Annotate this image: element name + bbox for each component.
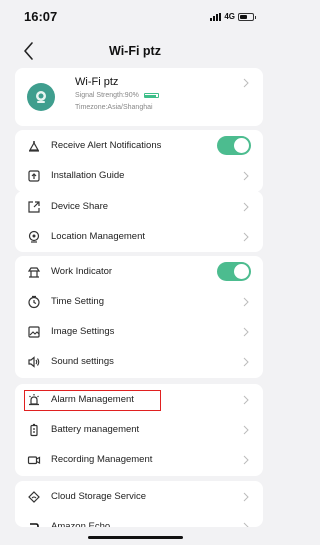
setting-row-device-share[interactable]: Device Share bbox=[15, 192, 263, 222]
toggle-switch[interactable] bbox=[217, 136, 251, 155]
device-name: Wi-Fi ptz bbox=[75, 76, 119, 88]
setting-label: Work Indicator bbox=[51, 266, 113, 277]
chevron-right-icon bbox=[243, 357, 249, 367]
device-info-card[interactable]: Wi-Fi ptz Signal Strength:90% Timezone:A… bbox=[15, 68, 263, 126]
device-timezone: Timezone:Asia/Shanghai bbox=[75, 104, 153, 111]
alarm-icon bbox=[27, 393, 41, 407]
services-card: Cloud Storage Service Amazon Echo bbox=[15, 481, 263, 527]
network-type-label: 4G bbox=[224, 12, 235, 21]
setting-label: Location Management bbox=[51, 231, 146, 242]
setting-row-sound-settings[interactable]: Sound settings bbox=[15, 347, 263, 377]
share-card: Device Share Location Management bbox=[15, 191, 263, 252]
chevron-right-icon bbox=[243, 395, 249, 405]
navigation-bar: Wi-Fi ptz bbox=[0, 34, 270, 68]
setting-row-installation-guide[interactable]: Installation Guide bbox=[15, 161, 263, 191]
chevron-right-icon bbox=[243, 202, 249, 212]
bell-icon bbox=[27, 139, 41, 153]
setting-label: Installation Guide bbox=[51, 170, 125, 181]
status-indicators: 4G bbox=[210, 12, 256, 21]
setting-label: Recording Management bbox=[51, 454, 153, 465]
speaker-icon bbox=[27, 355, 41, 369]
chevron-right-icon bbox=[243, 455, 249, 465]
status-time: 16:07 bbox=[24, 9, 58, 24]
setting-row-location-management[interactable]: Location Management bbox=[15, 222, 263, 252]
setting-row-alarm-management[interactable]: Alarm Management bbox=[15, 385, 263, 415]
setting-row-time-setting[interactable]: Time Setting bbox=[15, 287, 263, 317]
setting-row-cloud-storage-service[interactable]: Cloud Storage Service bbox=[15, 482, 263, 512]
chevron-right-icon bbox=[243, 232, 249, 242]
location-pin-icon bbox=[27, 230, 41, 244]
setting-row-receive-alert-notifications[interactable]: Receive Alert Notifications bbox=[15, 131, 263, 161]
setting-row-image-settings[interactable]: Image Settings bbox=[15, 317, 263, 347]
status-bar: 16:07 4G bbox=[0, 0, 270, 34]
alerts-card: Receive Alert Notifications Installation … bbox=[15, 130, 263, 192]
setting-row-battery-management[interactable]: Battery management bbox=[15, 415, 263, 445]
page-title: Wi-Fi ptz bbox=[109, 44, 161, 58]
setting-row-recording-management[interactable]: Recording Management bbox=[15, 445, 263, 475]
setting-label: Alarm Management bbox=[51, 394, 134, 405]
setting-label: Device Share bbox=[51, 201, 109, 212]
setting-label: Time Setting bbox=[51, 296, 104, 307]
video-camera-icon bbox=[27, 453, 41, 467]
management-card: Alarm Management Battery management Record… bbox=[15, 384, 263, 476]
setting-label: Battery management bbox=[51, 424, 140, 435]
chevron-right-icon bbox=[243, 425, 249, 435]
upload-icon bbox=[27, 169, 41, 183]
home-indicator bbox=[88, 536, 183, 539]
chevron-right-icon bbox=[243, 297, 249, 307]
setting-row-work-indicator[interactable]: Work Indicator bbox=[15, 257, 263, 287]
setting-label: Image Settings bbox=[51, 326, 115, 337]
share-icon bbox=[27, 200, 41, 214]
chevron-right-icon bbox=[243, 171, 249, 181]
toggle-switch[interactable] bbox=[217, 262, 251, 281]
signal-strength-bar bbox=[143, 93, 159, 98]
indicator-icon bbox=[27, 265, 41, 279]
setting-row-amazon-echo[interactable]: Amazon Echo bbox=[15, 512, 263, 527]
signal-strength-text: Signal Strength:90% bbox=[75, 92, 139, 99]
battery-icon bbox=[27, 423, 41, 437]
battery-status-icon bbox=[238, 12, 256, 21]
chevron-right-icon bbox=[243, 522, 249, 527]
setting-label: Sound settings bbox=[51, 356, 114, 367]
setting-label: Receive Alert Notifications bbox=[51, 140, 162, 151]
image-icon bbox=[27, 325, 41, 339]
chevron-right-icon bbox=[243, 327, 249, 337]
clock-icon bbox=[27, 295, 41, 309]
setting-label: Amazon Echo bbox=[51, 521, 111, 527]
chevron-right-icon bbox=[243, 78, 249, 88]
cellular-signal-icon bbox=[210, 12, 222, 21]
cloud-icon bbox=[27, 490, 41, 504]
setting-label: Cloud Storage Service bbox=[51, 491, 147, 502]
chevron-right-icon bbox=[243, 492, 249, 502]
device-settings-card: Work Indicator Time Setting Image Settings… bbox=[15, 256, 263, 378]
device-signal: Signal Strength:90% bbox=[75, 92, 159, 99]
camera-device-icon bbox=[27, 83, 55, 111]
amazon-icon bbox=[27, 520, 41, 527]
